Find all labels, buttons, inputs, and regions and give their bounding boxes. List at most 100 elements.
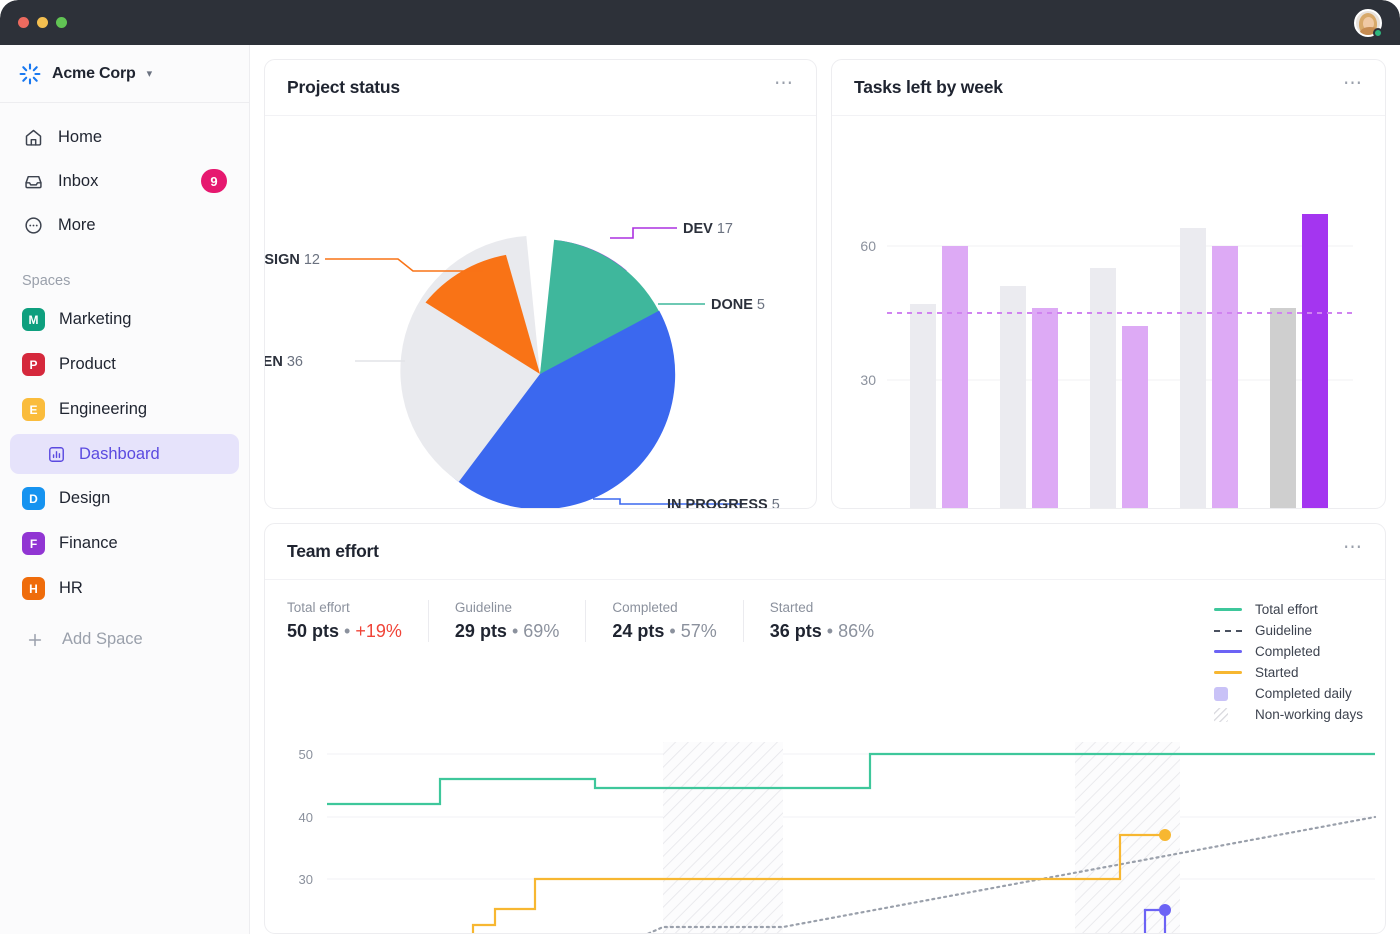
bar-week1-current <box>942 246 968 508</box>
non-working-band-1 <box>663 742 783 934</box>
burndown-ytick-50: 50 <box>299 747 313 762</box>
space-avatar-design: D <box>22 487 45 510</box>
legend-item-started[interactable]: Started <box>1214 665 1363 680</box>
pie-label-design: DESIGN 12 <box>265 252 320 268</box>
sidebar-item-dashboard[interactable]: Dashboard <box>10 434 239 474</box>
space-item-product[interactable]: P Product <box>10 342 239 387</box>
stat-guideline: Guideline 29 pts • 69% <box>428 600 585 642</box>
nav-item-inbox[interactable]: Inbox 9 <box>10 159 239 203</box>
series-guideline <box>473 817 1375 934</box>
plus-icon <box>24 629 46 651</box>
bar-week1-previous <box>910 304 936 508</box>
stat-number-completed: 24 pts <box>612 621 664 641</box>
bar-week3-previous <box>1090 268 1116 508</box>
bar-ytick-0: 0 <box>868 506 876 508</box>
spaces-section-label: Spaces <box>0 251 249 297</box>
space-item-hr[interactable]: H HR <box>10 566 239 611</box>
more-circle-icon <box>22 214 44 236</box>
space-item-design[interactable]: D Design <box>10 476 239 521</box>
maximize-window-button[interactable] <box>56 17 67 28</box>
stat-delta-guideline: 69% <box>523 621 559 641</box>
series-completed-endpoint <box>1159 904 1171 916</box>
nav-label-more: More <box>58 216 96 235</box>
stat-value-completed: 24 pts • 57% <box>612 621 716 642</box>
sidebar-item-label-dashboard: Dashboard <box>79 445 160 464</box>
ellipsis-icon[interactable]: ⋯ <box>1343 538 1363 565</box>
bar-week2-previous <box>1000 286 1026 508</box>
card-title-team-effort: Team effort <box>287 541 379 562</box>
team-effort-stats: Total effort 50 pts • +19% Guideline 29 … <box>265 580 1385 732</box>
add-space-label: Add Space <box>62 630 143 649</box>
space-avatar-finance: F <box>22 532 45 555</box>
legend-label-non-working-days: Non-working days <box>1255 707 1363 722</box>
close-window-button[interactable] <box>18 17 29 28</box>
stat-number-started: 36 pts <box>770 621 822 641</box>
stat-sep-total-effort: • <box>344 621 350 641</box>
pie-label-dev: DEV 17 <box>683 221 733 237</box>
app-body: Acme Corp ▾ Home <box>0 45 1400 934</box>
legend-line-icon <box>1214 666 1244 680</box>
dashboard-main: Project status ⋯ <box>250 45 1400 934</box>
space-avatar-hr: H <box>22 577 45 600</box>
stat-total-effort: Total effort 50 pts • +19% <box>287 600 428 642</box>
stat-label-completed: Completed <box>612 600 716 615</box>
legend-item-completed[interactable]: Completed <box>1214 644 1363 659</box>
legend-item-total-effort[interactable]: Total effort <box>1214 602 1363 617</box>
pie-label-done: DONE 5 <box>711 297 765 313</box>
ellipsis-icon[interactable]: ⋯ <box>774 74 794 101</box>
primary-nav: Home Inbox 9 <box>0 103 249 251</box>
card-team-effort: Team effort ⋯ Total effort 50 pts • +19%… <box>264 523 1386 934</box>
legend-line-icon <box>1214 603 1244 617</box>
stat-label-total-effort: Total effort <box>287 600 402 615</box>
window-titlebar <box>0 0 1400 45</box>
bar-week4-previous <box>1180 228 1206 508</box>
minimize-window-button[interactable] <box>37 17 48 28</box>
stat-delta-total-effort: +19% <box>355 621 402 641</box>
burndown-ytick-40: 40 <box>299 810 313 825</box>
space-item-marketing[interactable]: M Marketing <box>10 297 239 342</box>
card-title-project-status: Project status <box>287 77 400 98</box>
nav-item-home[interactable]: Home <box>10 115 239 159</box>
series-started-endpoint <box>1159 829 1171 841</box>
bar-week5-previous <box>1270 308 1296 508</box>
bar-ytick-60: 60 <box>860 238 876 254</box>
bar-week4-current <box>1212 246 1238 508</box>
legend-hatch-icon <box>1214 708 1244 722</box>
burndown-chart-svg: 50 40 30 20 <box>265 732 1385 934</box>
legend-item-completed-daily[interactable]: Completed daily <box>1214 686 1363 701</box>
workspace-name: Acme Corp <box>52 65 136 83</box>
burndown-ytick-30: 30 <box>299 872 313 887</box>
user-avatar[interactable] <box>1354 9 1382 37</box>
stat-label-guideline: Guideline <box>455 600 559 615</box>
pie-label-in-progress: IN PROGRESS 5 <box>667 497 780 508</box>
stat-number-total-effort: 50 pts <box>287 621 339 641</box>
space-label-marketing: Marketing <box>59 310 131 329</box>
stat-value-guideline: 29 pts • 69% <box>455 621 559 642</box>
inbox-unread-badge: 9 <box>201 169 227 193</box>
space-avatar-engineering: E <box>22 398 45 421</box>
legend-item-guideline[interactable]: Guideline <box>1214 623 1363 638</box>
space-avatar-product: P <box>22 353 45 376</box>
stat-label-started: Started <box>770 600 874 615</box>
space-item-finance[interactable]: F Finance <box>10 521 239 566</box>
stat-value-total-effort: 50 pts • +19% <box>287 621 402 642</box>
ellipsis-icon[interactable]: ⋯ <box>1343 74 1363 101</box>
stat-started: Started 36 pts • 86% <box>743 600 900 642</box>
space-avatar-marketing: M <box>22 308 45 331</box>
nav-item-more[interactable]: More <box>10 203 239 247</box>
legend-label-completed: Completed <box>1255 644 1320 659</box>
legend-item-non-working-days[interactable]: Non-working days <box>1214 707 1363 722</box>
space-item-engineering[interactable]: E Engineering <box>10 387 239 432</box>
chevron-down-icon: ▾ <box>147 67 153 80</box>
pie-chart-svg: DEV 17 DONE 5 IN PROGRESS 5 OPEN 36 DESI… <box>265 116 816 508</box>
stat-delta-started: 86% <box>838 621 874 641</box>
space-label-engineering: Engineering <box>59 400 147 419</box>
bar-chart: 60 30 0 <box>832 116 1385 508</box>
stat-value-started: 36 pts • 86% <box>770 621 874 642</box>
add-space-button[interactable]: Add Space <box>10 617 239 662</box>
burndown-chart: 50 40 30 20 <box>265 732 1385 933</box>
space-label-product: Product <box>59 355 116 374</box>
legend-label-completed-daily: Completed daily <box>1255 686 1352 701</box>
workspace-switcher[interactable]: Acme Corp ▾ <box>0 45 249 103</box>
legend-label-started: Started <box>1255 665 1299 680</box>
